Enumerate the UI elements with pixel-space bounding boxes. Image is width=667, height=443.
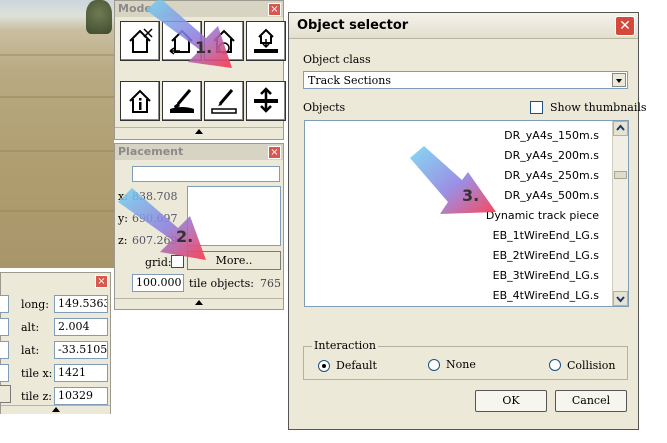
step-3-label: 3. <box>462 186 480 205</box>
step-2-label: 2. <box>176 227 194 246</box>
arrow-step-3 <box>410 146 496 214</box>
arrow-step-1 <box>146 0 232 68</box>
tutorial-arrows-overlay <box>118 0 496 260</box>
arrow-step-2 <box>118 188 206 260</box>
step-1-label: 1. <box>195 38 213 57</box>
